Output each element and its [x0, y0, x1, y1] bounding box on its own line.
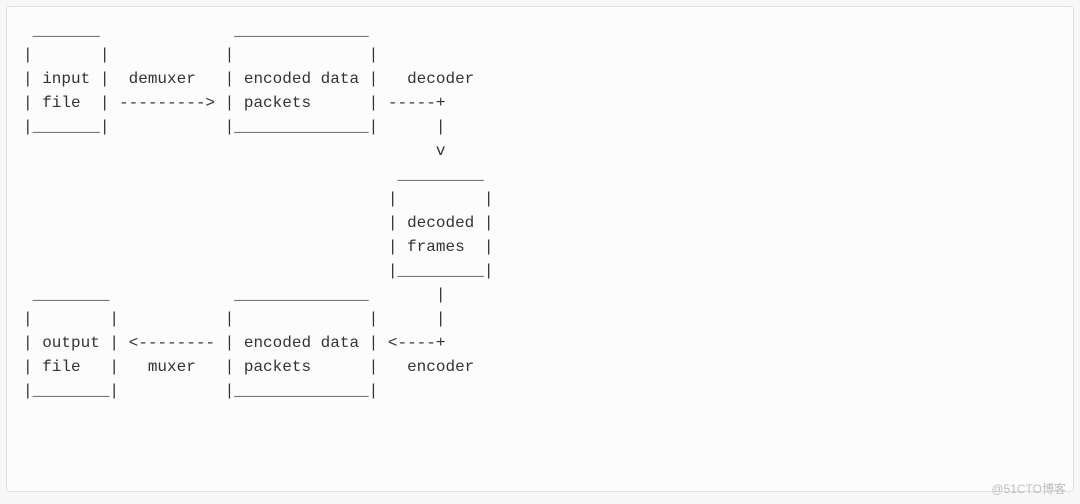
- ascii-flow-diagram: _______ ______________ | | | | | input |…: [23, 19, 1057, 403]
- watermark-text: @51CTO博客: [991, 480, 1066, 498]
- diagram-frame: _______ ______________ | | | | | input |…: [6, 6, 1074, 492]
